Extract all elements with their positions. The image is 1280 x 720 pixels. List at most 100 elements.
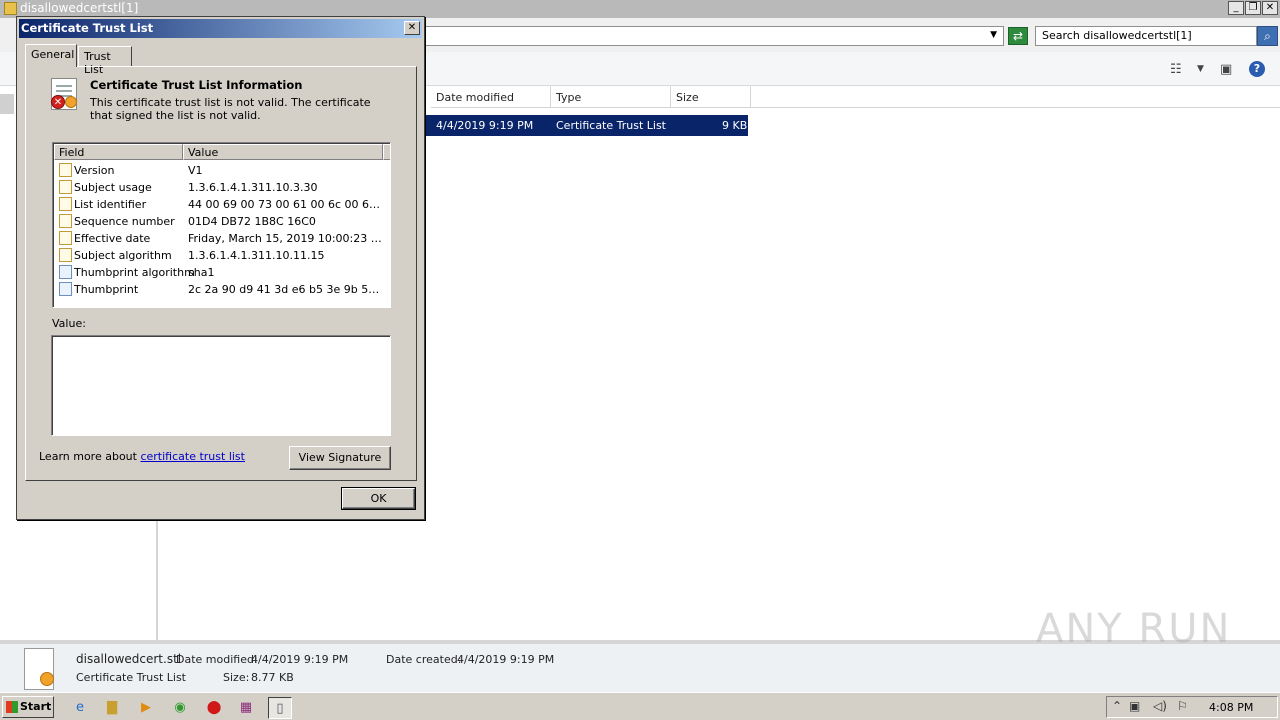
nav-selection[interactable] [0, 94, 14, 114]
restore-button[interactable]: ❐ [1245, 1, 1261, 15]
ok-button[interactable]: OK [341, 487, 416, 510]
file-type: Certificate Trust List [556, 119, 666, 132]
internet-explorer-icon[interactable]: e [68, 697, 92, 719]
system-tray: ⌃ ▣ ◁) ⚐ 4:08 PM [1106, 696, 1278, 718]
clock[interactable]: 4:08 PM [1209, 701, 1253, 714]
row-field: Effective date [74, 232, 151, 245]
tab-general[interactable]: General [25, 44, 77, 67]
document-icon [59, 197, 72, 211]
help-icon[interactable]: ? [1249, 61, 1265, 77]
list-row[interactable]: Subject algorithm 1.3.6.1.4.1.311.10.11.1… [55, 247, 389, 264]
opera-icon[interactable]: ⬤ [202, 697, 226, 719]
document-icon [59, 180, 72, 194]
chevron-down-icon[interactable]: ▼ [990, 30, 997, 40]
value-label: Value: [52, 317, 86, 330]
info-heading: Certificate Trust List Information [90, 78, 303, 92]
media-player-icon[interactable]: ▶ [134, 697, 158, 719]
view-options-icon[interactable]: ☷ [1170, 62, 1182, 77]
document-icon [59, 248, 72, 262]
column-date-modified[interactable]: Date modified [431, 86, 551, 108]
details-file-type: Certificate Trust List [76, 671, 186, 684]
row-field: List identifier [74, 198, 147, 211]
details-date-created: 4/4/2019 9:19 PM [457, 653, 555, 666]
certificate-window-icon[interactable]: ▯ [268, 697, 292, 719]
document-icon [59, 163, 72, 177]
chevron-up-icon[interactable]: ⌃ [1112, 699, 1122, 713]
list-row[interactable]: Thumbprint algorithm sha1 [55, 264, 389, 281]
field-list[interactable]: Field Value Version V1 Subject usage 1.3.6.… [52, 142, 391, 308]
file-date-modified: 4/4/2019 9:19 PM [436, 119, 534, 132]
search-input[interactable]: Search disallowedcertstl[1] [1035, 26, 1257, 46]
column-size[interactable]: Size [671, 86, 751, 108]
chevron-down-icon[interactable]: ▼ [1197, 64, 1204, 74]
tab-trust-list[interactable]: Trust List [78, 46, 132, 76]
folder-icon [4, 2, 17, 15]
address-field[interactable]: ▼ [424, 26, 1004, 46]
error-icon: ✕ [51, 95, 65, 109]
row-field: Thumbprint algorithm [74, 266, 195, 279]
learn-more-prefix: Learn more about [39, 450, 141, 463]
taskbar: Start e ▇ ▶ ◉ ⬤ ▦ ▯ ⌃ ▣ ◁) ⚐ 4:08 PM [0, 692, 1280, 720]
chrome-icon[interactable]: ◉ [168, 697, 192, 719]
refresh-icon[interactable]: ⇄ [1008, 27, 1028, 45]
blue-document-icon [59, 282, 72, 296]
learn-more-text: Learn more about certificate trust list [39, 450, 245, 463]
row-value: Friday, March 15, 2019 10:00:23 PM [188, 232, 383, 245]
row-value: 44 00 69 00 73 00 61 00 6c 00 6c 00... [188, 198, 383, 211]
list-header-field[interactable]: Field [54, 144, 183, 160]
list-row[interactable]: Effective date Friday, March 15, 2019 10:… [55, 230, 389, 247]
close-window-button[interactable]: ✕ [1262, 1, 1278, 15]
column-type[interactable]: Type [551, 86, 671, 108]
details-file-name: disallowedcert.stl [76, 652, 182, 666]
details-date-modified-label: Date modified: [176, 653, 258, 666]
row-field: Version [74, 164, 115, 177]
column-header-filler [751, 86, 1280, 108]
seal-icon [40, 672, 54, 686]
search-icon[interactable]: ⌕ [1257, 26, 1278, 46]
list-row[interactable]: Subject usage 1.3.6.1.4.1.311.10.3.30 [55, 179, 389, 196]
start-label: Start [20, 700, 52, 713]
row-field: Sequence number [74, 215, 175, 228]
file-row[interactable]: 4/4/2019 9:19 PM Certificate Trust List … [424, 115, 748, 136]
list-header-spacer [383, 144, 390, 160]
certificate-trust-list-dialog: Certificate Trust List ✕ General Trust L… [16, 16, 425, 520]
certificate-trust-list-link[interactable]: certificate trust list [140, 450, 245, 463]
list-row[interactable]: Version V1 [55, 162, 389, 179]
details-size-label: Size: [223, 671, 250, 684]
row-value: 1.3.6.1.4.1.311.10.11.15 [188, 249, 325, 262]
value-textbox[interactable] [51, 335, 391, 436]
list-header-value[interactable]: Value [183, 144, 383, 160]
minimize-button[interactable]: _ [1228, 1, 1244, 15]
file-size: 9 KB [722, 119, 748, 132]
row-value: V1 [188, 164, 203, 177]
watermark: ANY RUN [1036, 606, 1232, 652]
windows-logo-icon [6, 701, 18, 713]
details-date-modified: 4/4/2019 9:19 PM [251, 653, 349, 666]
seal-icon [65, 96, 77, 108]
document-icon [59, 231, 72, 245]
list-row[interactable]: Sequence number 01D4 DB72 1B8C 16C0 [55, 213, 389, 230]
list-row[interactable]: List identifier 44 00 69 00 73 00 61 00 6… [55, 196, 389, 213]
row-field: Subject usage [74, 181, 152, 194]
document-icon [59, 214, 72, 228]
start-button[interactable]: Start [2, 696, 54, 718]
row-value: sha1 [188, 266, 215, 279]
dialog-titlebar: Certificate Trust List ✕ [19, 19, 422, 38]
row-value: 2c 2a 90 d9 41 3d e6 b5 3e 9b 5a 2a... [188, 283, 383, 296]
dialog-title: Certificate Trust List [21, 21, 154, 35]
row-value: 1.3.6.1.4.1.311.10.3.30 [188, 181, 318, 194]
list-row[interactable]: Thumbprint 2c 2a 90 d9 41 3d e6 b5 3e 9b … [55, 281, 389, 298]
network-icon[interactable]: ▣ [1129, 699, 1140, 713]
winrar-icon[interactable]: ▦ [234, 697, 258, 719]
explorer-title: disallowedcertstl[1] [20, 1, 139, 15]
dialog-close-button[interactable]: ✕ [404, 21, 420, 35]
row-value: 01D4 DB72 1B8C 16C0 [188, 215, 316, 228]
preview-pane-icon[interactable]: ▣ [1220, 62, 1232, 77]
row-field: Subject algorithm [74, 249, 172, 262]
volume-icon[interactable]: ◁) [1153, 699, 1167, 713]
details-date-created-label: Date created: [386, 653, 462, 666]
blue-document-icon [59, 265, 72, 279]
view-signature-button[interactable]: View Signature [289, 446, 391, 470]
flag-icon[interactable]: ⚐ [1177, 699, 1188, 713]
file-explorer-icon[interactable]: ▇ [100, 697, 124, 719]
